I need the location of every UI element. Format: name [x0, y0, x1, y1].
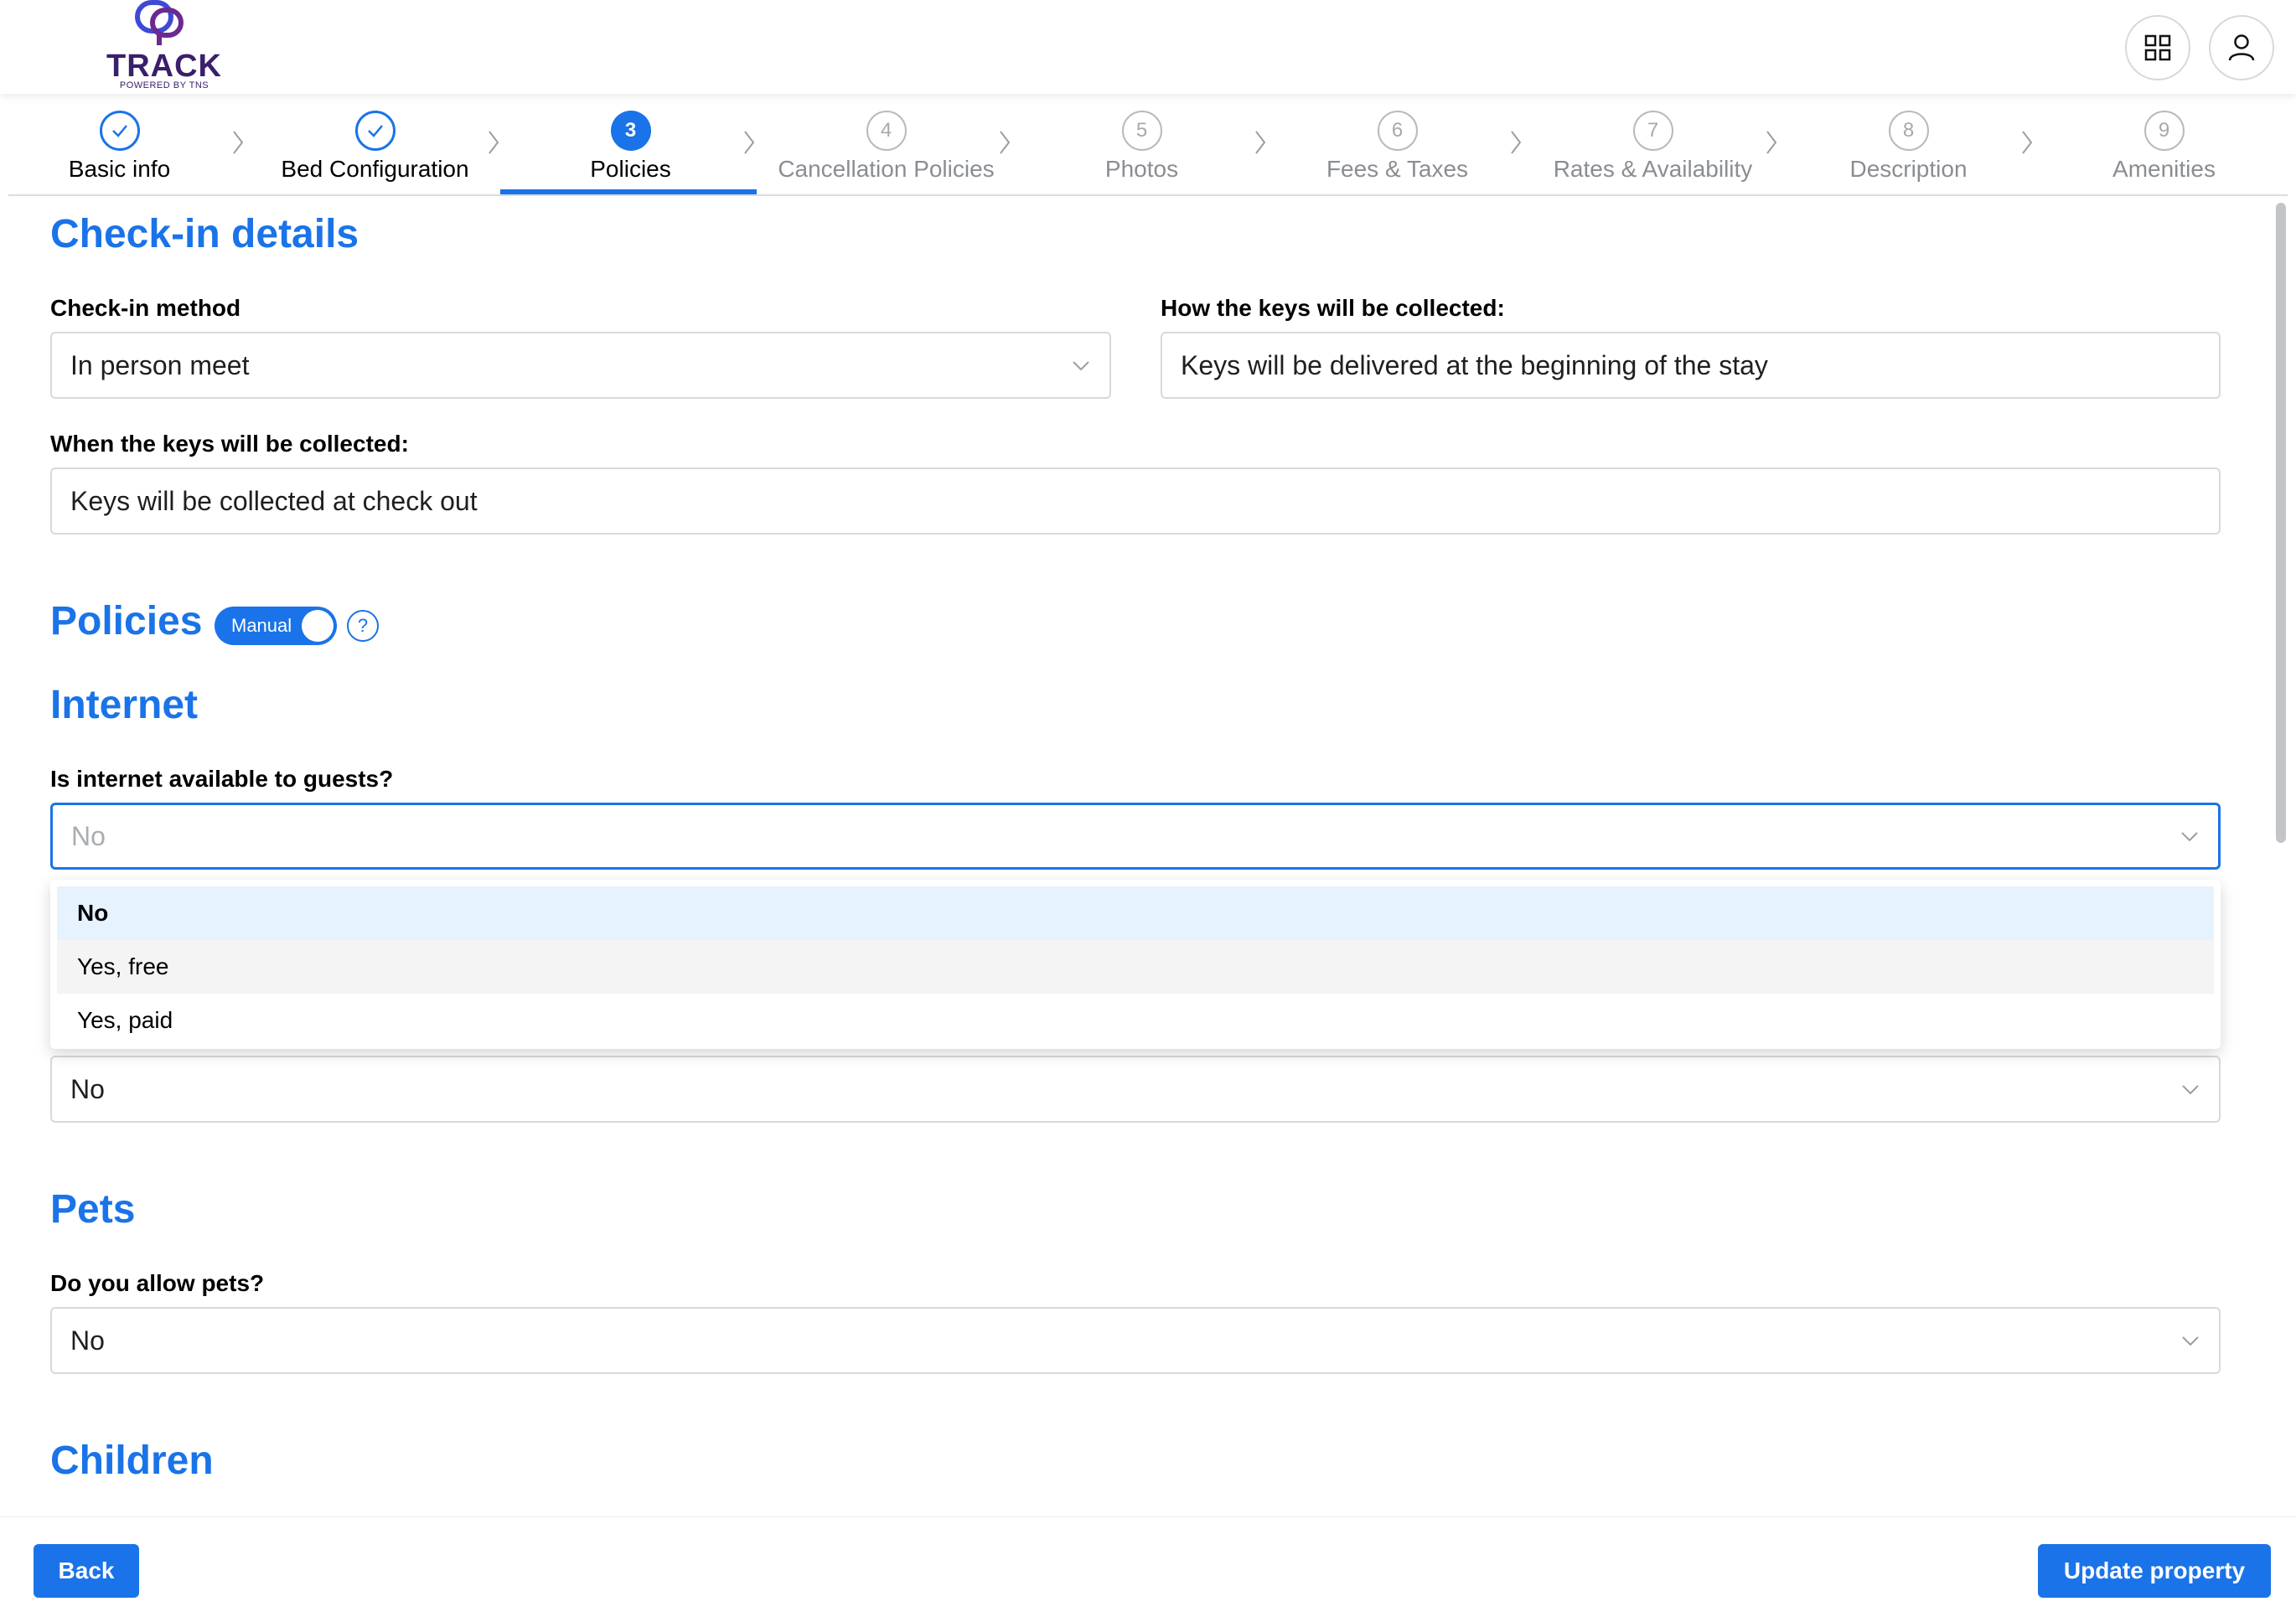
scrollbar-thumb[interactable] [2276, 203, 2286, 843]
step-photos[interactable]: 5 Photos [1014, 111, 1270, 183]
step-bed-configuration[interactable]: Bed Configuration [247, 111, 503, 183]
step-label: Amenities [2112, 156, 2216, 182]
active-step-indicator [500, 189, 757, 194]
step-number: 7 [1632, 111, 1673, 151]
chevron-down-icon [2181, 832, 2198, 842]
chevron-right-icon [228, 124, 248, 161]
chevron-right-icon [1761, 124, 1781, 161]
checkin-method-value: In person meet [70, 349, 250, 380]
children-heading: Children [50, 1439, 214, 1483]
step-policies[interactable]: 3 Policies [503, 111, 758, 183]
chevron-right-icon [484, 124, 504, 161]
step-amenities[interactable]: 9 Amenities [2036, 111, 2292, 183]
step-label: Bed Configuration [281, 156, 469, 182]
step-basic-info[interactable]: Basic info [0, 111, 247, 183]
step-label: Description [1849, 156, 1968, 182]
step-label: Cancellation Policies [778, 156, 995, 182]
chevron-down-icon [1073, 361, 1089, 371]
brand-name: TRACK [106, 49, 222, 84]
chevron-down-icon [2182, 1085, 2199, 1095]
step-label: Basic info [68, 156, 171, 182]
internet-secondary-select[interactable]: No [50, 1056, 2221, 1123]
step-fees-taxes[interactable]: 6 Fees & Taxes [1270, 111, 1525, 183]
back-button[interactable]: Back [34, 1544, 139, 1598]
step-number: 4 [866, 111, 907, 151]
track-logo[interactable]: TRACK POWERED BY TNS [106, 0, 223, 94]
step-cancellation-policies[interactable]: 4 Cancellation Policies [758, 111, 1014, 183]
update-property-button[interactable]: Update property [2038, 1544, 2271, 1598]
footer-bar: Back Update property [0, 1516, 2296, 1622]
step-description[interactable]: 8 Description [1781, 111, 2036, 183]
chevron-right-icon [739, 124, 759, 161]
keys-when-label: When the keys will be collected: [50, 431, 409, 457]
step-number: 3 [610, 111, 651, 151]
internet-select-placeholder: No [71, 820, 106, 851]
keys-when-input[interactable]: Keys will be collected at check out [50, 467, 2221, 535]
scrollbar[interactable] [2273, 196, 2289, 1516]
keys-how-value: Keys will be delivered at the beginning … [1181, 349, 1768, 380]
policies-heading: Policies [50, 599, 203, 643]
step-number: 5 [1121, 111, 1162, 151]
internet-options-dropdown: No Yes, free Yes, paid [50, 880, 2221, 1049]
user-menu-button[interactable] [2209, 15, 2274, 80]
check-icon [99, 111, 140, 151]
pets-value: No [70, 1325, 105, 1356]
step-label: Fees & Taxes [1326, 156, 1469, 182]
checkin-method-label: Check-in method [50, 295, 241, 321]
top-header: TRACK POWERED BY TNS [0, 0, 2296, 94]
pets-question-label: Do you allow pets? [50, 1270, 265, 1296]
check-icon [354, 111, 396, 151]
checkin-method-select[interactable]: In person meet [50, 332, 1111, 399]
manual-toggle[interactable]: Manual [215, 607, 337, 645]
brand-tagline: POWERED BY TNS [119, 80, 209, 90]
chevron-right-icon [1506, 124, 1526, 161]
step-number: 6 [1377, 111, 1418, 151]
step-rates-availability[interactable]: 7 Rates & Availability [1525, 111, 1781, 183]
help-icon[interactable]: ? [347, 610, 379, 642]
pets-heading: Pets [50, 1187, 136, 1232]
step-number: 8 [1888, 111, 1929, 151]
internet-secondary-value: No [70, 1073, 105, 1104]
chevron-right-icon [2017, 124, 2037, 161]
pets-select[interactable]: No [50, 1307, 2221, 1374]
apps-button[interactable] [2125, 15, 2190, 80]
step-label: Photos [1104, 156, 1179, 182]
option-no[interactable]: No [57, 886, 2214, 940]
chevron-down-icon [2182, 1336, 2199, 1346]
toggle-knob [302, 610, 334, 642]
internet-question-label: Is internet available to guests? [50, 766, 394, 792]
chevron-right-icon [1250, 124, 1270, 161]
keys-when-value: Keys will be collected at check out [70, 485, 478, 516]
option-yes-free[interactable]: Yes, free [57, 940, 2214, 994]
keys-how-label: How the keys will be collected: [1161, 295, 1505, 321]
internet-heading: Internet [50, 683, 199, 727]
option-yes-paid[interactable]: Yes, paid [57, 994, 2214, 1047]
manual-toggle-label: Manual [231, 615, 292, 636]
checkin-details-heading: Check-in details [50, 212, 359, 256]
step-number: 9 [2143, 111, 2185, 151]
grid-icon [2144, 34, 2171, 61]
wizard-stepper: Basic info Bed Configuration 3 Policies … [8, 94, 2288, 196]
step-label: Policies [590, 156, 671, 182]
keys-how-input[interactable]: Keys will be delivered at the beginning … [1161, 332, 2221, 399]
logo-mark-icon [135, 0, 184, 45]
chevron-right-icon [995, 124, 1015, 161]
user-icon [2228, 34, 2255, 61]
step-label: Rates & Availability [1553, 156, 1753, 182]
internet-select[interactable]: No [50, 803, 2221, 870]
